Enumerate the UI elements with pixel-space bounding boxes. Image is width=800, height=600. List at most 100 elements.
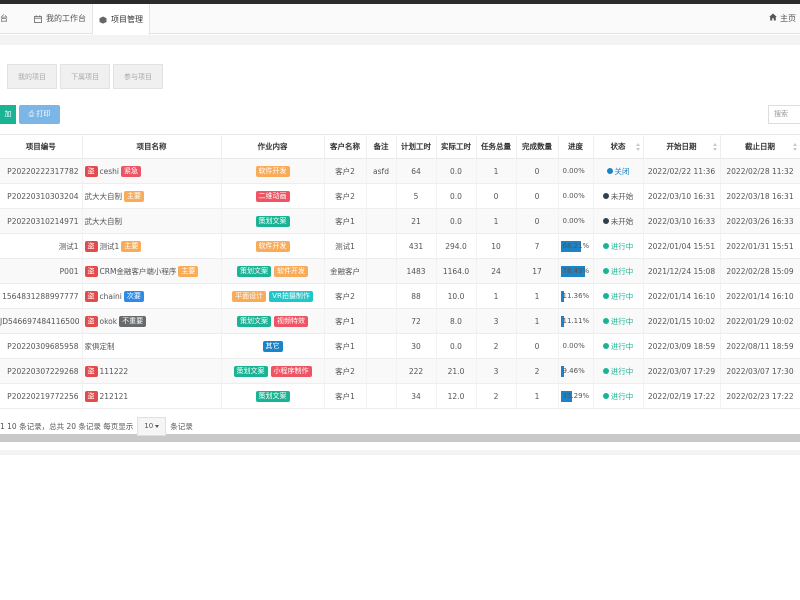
column-header[interactable]: 备注 <box>366 134 397 159</box>
cell-start-date-value: 2022/01/15 10:02 <box>647 316 716 326</box>
column-header[interactable]: 实际工时 <box>436 134 477 159</box>
cell-task-total-value: 3 <box>493 316 499 326</box>
status-label: 关闭 <box>614 166 630 176</box>
print-button[interactable]: ⎙ 打印 <box>19 105 60 124</box>
table-row[interactable]: P20220310303204 武大大自制 主要 二维动画 客户2 5 0.0 0 0 0.00%… <box>0 183 800 209</box>
table-row[interactable]: P20220219772256 盗 212121 策划文案 客户1 34 12.0 2 1 35.… <box>0 383 800 409</box>
page-size-select[interactable]: 10 <box>137 416 167 436</box>
cell-work-content: 策划文案 视频特效 <box>221 308 325 334</box>
stolen-badge: 盗 <box>84 165 98 177</box>
cell-actual-hours-value: 294.0 <box>445 241 467 251</box>
cell-progress: 11.36% <box>558 283 594 309</box>
project-id: P20220310303204 <box>7 191 79 201</box>
status-dot-icon <box>602 343 609 349</box>
table-row[interactable]: P20220309685958 家俱定制 其它 客户1 30 0.0 2 0 0.00% 进行中 2… <box>0 333 800 359</box>
project-name-link[interactable]: okok <box>100 317 118 326</box>
cell-actual-hours: 12.0 <box>436 383 477 409</box>
table-row[interactable]: 1564831288997777 盗 chaini 次要 平面设计 VR拍摄制作 客户2 88… <box>0 283 800 309</box>
cell-planned-hours-value: 222 <box>408 366 424 376</box>
cell-done-count-value: 2 <box>534 366 540 376</box>
cell-project-name: 盗 ceshi 紧急 <box>82 158 222 184</box>
cell-status: 未开始 <box>593 183 644 209</box>
project-name-link[interactable]: 武大大自制 <box>85 191 123 202</box>
tab-project-management[interactable]: 项目管理 <box>92 4 150 35</box>
column-header[interactable]: 开始日期 <box>643 134 721 159</box>
chevron-down-icon <box>155 424 160 428</box>
tab-label: 项目管理 <box>111 14 143 24</box>
cell-task-total: 1 <box>476 283 517 309</box>
table-row[interactable]: P20220310214971 武大大自制 策划文案 客户1 21 0.0 1 0 0.00% 未… <box>0 208 800 234</box>
cell-customer-name-value: 客户2 <box>335 366 355 376</box>
cell-project-name: 武大大自制 主要 <box>82 183 222 209</box>
column-header[interactable]: 计划工时 <box>396 134 437 159</box>
column-header[interactable]: 进度 <box>558 134 594 159</box>
column-header[interactable]: 完成数量 <box>516 134 559 159</box>
column-header[interactable]: 客户名称 <box>324 134 367 159</box>
cell-done-count-value: 1 <box>534 291 540 301</box>
work-tag-group: 平面设计 VR拍摄制作 <box>232 290 313 302</box>
cell-actual-hours-value: 21.0 <box>447 366 465 376</box>
cell-start-date-value: 2022/03/10 16:31 <box>647 191 716 201</box>
tab-my-workbench[interactable]: 我的工作台 <box>28 4 92 34</box>
cell-task-total: 1 <box>476 158 517 184</box>
cell-customer-name: 客户1 <box>324 308 367 334</box>
column-header[interactable]: 任务总量 <box>476 134 517 159</box>
status-dot-icon <box>602 293 609 299</box>
project-name-link[interactable]: CRM金融客户端小程序 <box>100 266 177 277</box>
table-row[interactable]: P20220222317782 盗 ceshi 紧急 软件开发 客户2 asfd 64 0.0 1… <box>0 158 800 184</box>
column-header-label: 计划工时 <box>401 142 431 151</box>
progress-text: 9.46% <box>562 367 585 375</box>
tab-workspace-partial[interactable]: 台 <box>0 4 22 34</box>
cell-note <box>366 333 397 359</box>
progress-text: 35.29% <box>562 392 590 400</box>
status-dot-icon <box>602 193 609 199</box>
project-name-link[interactable]: 111222 <box>100 367 129 376</box>
cell-status: 进行中 <box>593 308 644 334</box>
progress-text: 78.49% <box>562 267 590 275</box>
cell-end-date: 2022/02/28 15:09 <box>720 258 800 284</box>
subtab-participating-projects[interactable]: 参与项目 <box>113 64 163 89</box>
table-row[interactable]: P001 盗 CRM金融客户端小程序 主要 策划文案 软件开发 金融客户 1483 1164.0… <box>0 258 800 284</box>
add-button[interactable]: 加 <box>0 105 16 124</box>
cell-actual-hours: 0.0 <box>436 183 477 209</box>
cell-planned-hours-value: 5 <box>413 191 419 201</box>
column-header-label: 截止日期 <box>745 142 775 151</box>
cell-customer-name: 客户1 <box>324 333 367 359</box>
cell-project-id: P20220222317782 <box>0 158 83 184</box>
page-size-value: 10 <box>144 422 154 430</box>
progress-text: 68.21% <box>562 242 590 250</box>
project-name-link[interactable]: ceshi <box>100 167 119 176</box>
status-dot-icon <box>602 243 609 249</box>
subtab-subordinate-projects[interactable]: 下属项目 <box>60 64 110 89</box>
column-header[interactable]: 状态 <box>593 134 644 159</box>
cell-task-total-value: 1 <box>493 216 499 226</box>
project-name-link[interactable]: 武大大自制 <box>85 216 123 227</box>
column-header[interactable]: 截止日期 <box>720 134 800 159</box>
stolen-badge: 盗 <box>84 365 98 377</box>
cell-work-content: 策划文案 小程序制作 <box>221 358 325 384</box>
record-range-text: 1 10 条记录，总共 20 条记录 每页显示 <box>0 421 134 431</box>
project-name-link[interactable]: chaini <box>100 292 122 301</box>
project-name-link[interactable]: 家俱定制 <box>85 341 115 352</box>
table-row[interactable]: P20220307229268 盗 111222 策划文案 小程序制作 客户2 222 21.… <box>0 358 800 384</box>
cell-planned-hours: 5 <box>396 183 437 209</box>
subtab-my-projects[interactable]: 我的项目 <box>7 64 57 89</box>
work-tag-group: 策划文案 <box>255 215 290 227</box>
cell-done-count-value: 0 <box>534 341 540 351</box>
project-name-link[interactable]: 212121 <box>100 392 129 401</box>
column-header[interactable]: 作业内容 <box>221 134 325 159</box>
project-name-link[interactable]: 测试1 <box>100 241 120 252</box>
table-row[interactable]: JD546697484116500 盗 okok 不重要 策划文案 视频特效 客户1 72 8.… <box>0 308 800 334</box>
cell-note <box>366 208 397 234</box>
table-row[interactable]: 测试1 盗测试1 主要 软件开发 测试1 431 294.0 10 7 68.21% 进行中 2022… <box>0 233 800 259</box>
column-header[interactable]: 项目编号 <box>0 134 83 159</box>
progress-text: 0.00% <box>562 342 585 350</box>
home-link[interactable]: 主页 <box>769 4 796 34</box>
column-header[interactable]: 项目名称 <box>82 134 222 159</box>
search-input[interactable]: 搜索 <box>768 105 800 124</box>
cell-customer-name: 客户2 <box>324 283 367 309</box>
pagination-bar: 1 10 条记录，总共 20 条记录 每页显示 10 条记录 <box>0 416 193 436</box>
cell-actual-hours-value: 0.0 <box>450 341 462 351</box>
cell-note <box>366 383 397 409</box>
cell-customer-name: 金融客户 <box>324 258 367 284</box>
